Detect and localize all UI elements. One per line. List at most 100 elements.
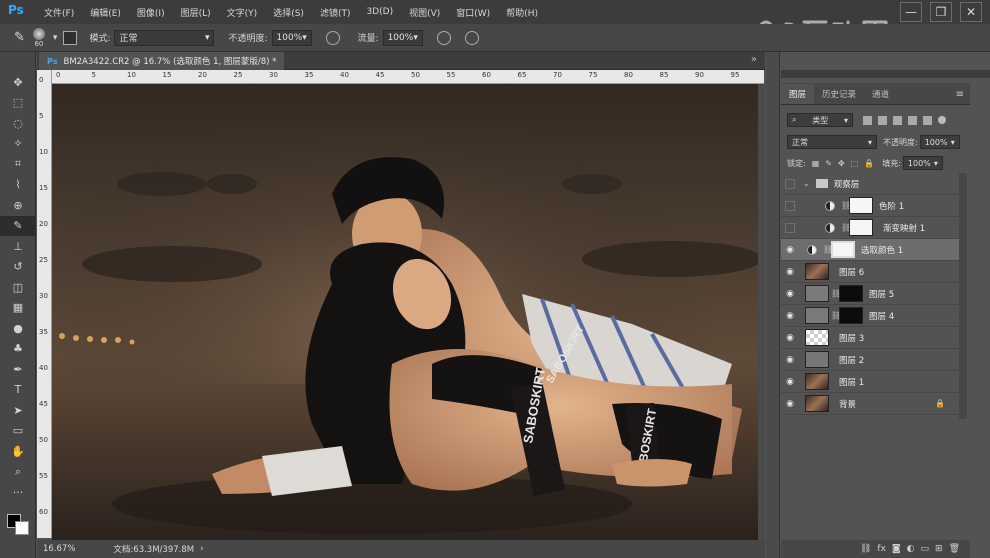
layer-opacity-input[interactable]: 100% ▾ bbox=[919, 135, 960, 149]
menu-select[interactable]: 选择(S) bbox=[265, 6, 312, 19]
link-icon[interactable]: ⛓ bbox=[823, 245, 833, 254]
chevron-down-icon[interactable]: ▾ bbox=[53, 33, 58, 43]
zoom-tool-icon[interactable]: ⌕ bbox=[0, 462, 36, 483]
menu-help[interactable]: 帮助(H) bbox=[498, 6, 546, 19]
eye-icon[interactable]: ◉ bbox=[781, 349, 799, 371]
healing-brush-tool-icon[interactable]: ⊕ bbox=[0, 195, 36, 216]
eye-icon[interactable]: ◉ bbox=[781, 371, 799, 393]
panel-collapse-bar[interactable] bbox=[781, 70, 990, 78]
menu-image[interactable]: 图像(I) bbox=[129, 6, 173, 19]
menu-edit[interactable]: 编辑(E) bbox=[82, 6, 129, 19]
mode-dropdown[interactable]: 正常 ▾ bbox=[114, 29, 215, 46]
clone-stamp-tool-icon[interactable]: ⊥ bbox=[0, 236, 36, 257]
dodge-tool-icon[interactable]: ♣ bbox=[0, 339, 36, 360]
visibility-toggle[interactable] bbox=[781, 173, 799, 195]
layer-filter-dropdown[interactable]: ⌕ 类型 ▾ bbox=[787, 113, 853, 127]
type-tool-icon[interactable]: T bbox=[0, 380, 36, 401]
layer-row[interactable]: ◉ 图层 2 bbox=[781, 349, 959, 371]
gradient-tool-icon[interactable]: ▦ bbox=[0, 298, 36, 319]
link-icon[interactable]: ⛓ bbox=[831, 289, 841, 298]
fill-input[interactable]: 100% ▾ bbox=[902, 156, 943, 170]
layer-thumbnail[interactable] bbox=[805, 329, 829, 346]
move-tool-icon[interactable]: ✥ bbox=[0, 72, 36, 93]
link-icon[interactable]: ⛓ bbox=[831, 311, 841, 320]
tab-layers[interactable]: 图层 bbox=[781, 84, 815, 104]
brush-tool-icon[interactable]: ✎ bbox=[14, 30, 25, 45]
chevron-down-icon[interactable]: ⌄ bbox=[803, 179, 810, 188]
layer-thumbnail[interactable] bbox=[805, 351, 829, 368]
brush-preset-picker[interactable]: 60 bbox=[32, 27, 45, 48]
pressure-size-icon[interactable] bbox=[464, 30, 479, 45]
vertical-scrollbar[interactable] bbox=[758, 84, 765, 540]
lock-position-icon[interactable]: ✥ bbox=[838, 159, 845, 168]
blur-tool-icon[interactable]: ● bbox=[0, 318, 36, 339]
adjustment-filter-icon[interactable] bbox=[878, 115, 887, 125]
pen-tool-icon[interactable]: ✒ bbox=[0, 359, 36, 380]
hand-tool-icon[interactable]: ✋ bbox=[0, 441, 36, 462]
opacity-input[interactable]: 100% ▾ bbox=[271, 29, 312, 46]
menu-view[interactable]: 视图(V) bbox=[401, 6, 448, 19]
close-button[interactable]: ✕ bbox=[960, 2, 982, 22]
eye-icon[interactable]: ◉ bbox=[781, 283, 799, 305]
layer-thumbnail[interactable] bbox=[805, 285, 829, 302]
layer-thumbnail[interactable] bbox=[805, 395, 829, 412]
layer-mask-thumbnail[interactable] bbox=[839, 307, 863, 324]
visibility-toggle[interactable] bbox=[781, 217, 799, 239]
pressure-opacity-icon[interactable] bbox=[325, 30, 340, 45]
chevron-right-icon[interactable]: › bbox=[200, 544, 203, 554]
link-icon[interactable]: ⛓ bbox=[841, 223, 851, 232]
document-tab[interactable]: Ps BM2A3422.CR2 @ 16.7% (选取颜色 1, 图层蒙版/8)… bbox=[39, 52, 285, 70]
airbrush-icon[interactable] bbox=[436, 30, 451, 45]
lock-transparent-icon[interactable]: ▦ bbox=[812, 159, 820, 168]
layer-row[interactable]: ◉ 图层 1 bbox=[781, 371, 959, 393]
document-canvas[interactable]: SABOSKIRT SABOSKIRT SABOSKIRT bbox=[52, 84, 758, 540]
visibility-toggle[interactable] bbox=[781, 195, 799, 217]
layer-style-icon[interactable]: fx bbox=[877, 544, 886, 554]
eye-icon[interactable]: ◉ bbox=[781, 327, 799, 349]
lasso-tool-icon[interactable]: ◌ bbox=[0, 113, 36, 134]
restore-button[interactable]: ❐ bbox=[930, 2, 952, 22]
brush-tool-icon[interactable]: ✎ bbox=[0, 215, 36, 236]
layer-row[interactable]: ◉ ⛓ 图层 4 bbox=[781, 305, 959, 327]
minimize-button[interactable]: — bbox=[900, 2, 922, 22]
eye-icon[interactable]: ◉ bbox=[781, 305, 799, 327]
shape-tool-icon[interactable]: ▭ bbox=[0, 421, 36, 442]
blend-mode-dropdown[interactable]: 正常 ▾ bbox=[787, 135, 877, 149]
tab-channels[interactable]: 通道 bbox=[864, 84, 897, 104]
layer-mask-thumbnail[interactable] bbox=[849, 219, 873, 236]
layer-thumbnail[interactable] bbox=[805, 263, 829, 280]
panel-menu-icon[interactable]: ≡ bbox=[956, 89, 964, 100]
pixel-filter-icon[interactable] bbox=[863, 115, 872, 125]
layer-row[interactable]: ◉ 背景 🔒 bbox=[781, 393, 959, 415]
menu-window[interactable]: 窗口(W) bbox=[448, 6, 498, 19]
filter-toggle-icon[interactable] bbox=[938, 116, 946, 124]
menu-3d[interactable]: 3D(D) bbox=[358, 7, 401, 17]
eye-icon[interactable]: ◉ bbox=[781, 393, 799, 415]
layer-row[interactable]: ◉ ⛓ 图层 5 bbox=[781, 283, 959, 305]
layer-row-selected[interactable]: ◉ ⛓ 选取颜色 1 bbox=[781, 239, 959, 261]
lock-all-icon[interactable]: 🔒 bbox=[864, 159, 874, 168]
type-filter-icon[interactable] bbox=[893, 115, 902, 125]
delete-layer-icon[interactable]: 🗑 bbox=[949, 544, 960, 554]
layer-mask-thumbnail[interactable] bbox=[839, 285, 863, 302]
crop-tool-icon[interactable]: ⌗ bbox=[0, 154, 36, 175]
smart-object-filter-icon[interactable] bbox=[923, 115, 932, 125]
history-brush-tool-icon[interactable]: ↺ bbox=[0, 257, 36, 278]
layer-row[interactable]: ◉ 图层 3 bbox=[781, 327, 959, 349]
eye-icon[interactable]: ◉ bbox=[781, 261, 799, 283]
layer-row[interactable]: ◉ 图层 6 bbox=[781, 261, 959, 283]
zoom-level[interactable]: 16.67% bbox=[43, 544, 75, 554]
menu-filter[interactable]: 滤镜(T) bbox=[312, 6, 359, 19]
layer-thumbnail[interactable] bbox=[805, 307, 829, 324]
background-color-swatch[interactable] bbox=[15, 521, 29, 535]
path-select-tool-icon[interactable]: ➤ bbox=[0, 400, 36, 421]
layer-mask-thumbnail[interactable] bbox=[849, 197, 873, 214]
shape-filter-icon[interactable] bbox=[908, 115, 917, 125]
eyedropper-tool-icon[interactable]: ⌇ bbox=[0, 175, 36, 196]
new-layer-icon[interactable]: ⊞ bbox=[935, 544, 943, 554]
link-layers-icon[interactable]: ⛓ bbox=[860, 544, 871, 554]
eye-icon[interactable]: ◉ bbox=[781, 239, 799, 261]
panel-options-icon[interactable]: » bbox=[751, 54, 757, 65]
more-tools-icon[interactable]: ··· bbox=[0, 482, 36, 503]
new-adjustment-icon[interactable]: ◐ bbox=[907, 544, 915, 554]
